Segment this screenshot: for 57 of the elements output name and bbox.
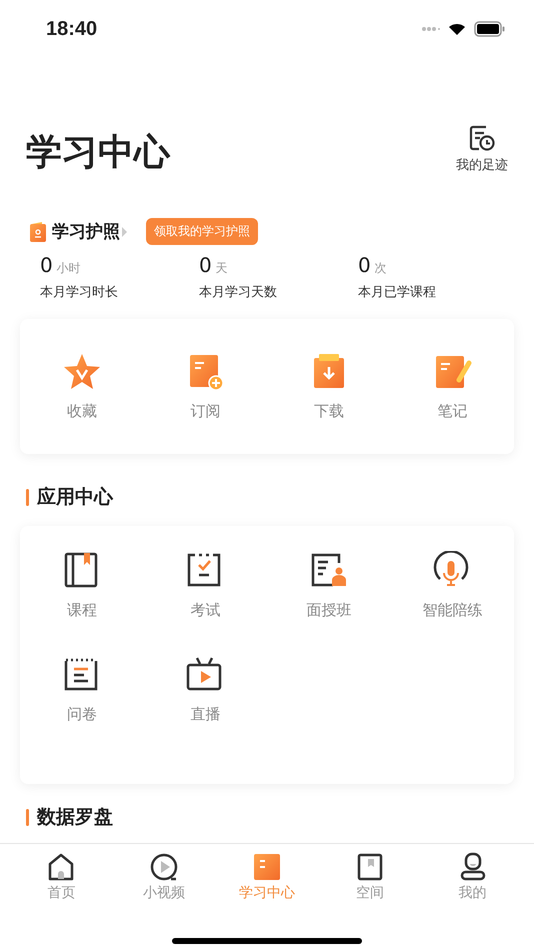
passport-tip[interactable]: 领取我的学习护照: [146, 218, 258, 245]
stat-unit: 天: [216, 260, 228, 277]
section-title: 数据罗盘: [37, 805, 113, 830]
study-book-icon: [252, 852, 282, 882]
grid-item[interactable]: 下载: [267, 352, 390, 421]
status-time: 18:40: [46, 18, 98, 40]
stat-label: 本月学习天数: [199, 284, 278, 301]
page-title: 学习中心: [26, 131, 170, 175]
item-label: 面授班: [306, 601, 352, 620]
grid-item[interactable]: 订阅: [144, 352, 267, 421]
grid-item[interactable]: 收藏: [20, 352, 144, 421]
item-label: 订阅: [190, 402, 220, 421]
item-label: 下载: [314, 402, 344, 421]
accent-bar: [26, 488, 29, 506]
stat-value: 0: [40, 253, 53, 277]
star-icon: [62, 352, 102, 392]
tab-label: 小视频: [143, 884, 186, 902]
stat-label: 本月已学课程: [358, 284, 437, 301]
item-label: 智能陪练: [422, 601, 482, 620]
home-icon: [46, 852, 76, 882]
grid-item[interactable]: 直播: [144, 655, 267, 759]
tab[interactable]: 空间: [324, 852, 415, 902]
tab-label: 首页: [47, 884, 76, 902]
grid-item[interactable]: 课程: [20, 551, 144, 655]
tab[interactable]: 小视频: [119, 852, 210, 902]
play-circle-icon: [149, 852, 180, 882]
grid-item[interactable]: 考试: [144, 551, 267, 655]
tab[interactable]: 学习中心: [222, 852, 312, 902]
footprint-button[interactable]: 我的足迹: [456, 124, 508, 174]
tab[interactable]: 我的: [428, 852, 518, 902]
stat-value: 0: [358, 253, 371, 277]
accent-bar: [26, 808, 29, 826]
passport-icon: [30, 222, 46, 242]
grid-item[interactable]: 笔记: [390, 352, 514, 421]
section-title: 应用中心: [37, 485, 113, 510]
battery-icon: [474, 21, 506, 37]
document-clock-icon: [468, 124, 496, 152]
item-label: 直播: [190, 705, 220, 724]
stat-value: 0: [199, 253, 212, 277]
stat-unit: 小时: [56, 260, 81, 277]
grid-item[interactable]: 面授班: [267, 551, 390, 655]
stat-label: 本月学习时长: [40, 284, 119, 301]
tab-label: 空间: [356, 884, 384, 902]
tab[interactable]: 首页: [16, 852, 106, 902]
item-label: 课程: [66, 601, 97, 620]
item-label: 笔记: [437, 402, 468, 421]
item-label: 问卷: [66, 705, 97, 724]
stat-unit: 次: [374, 260, 387, 277]
wifi-icon: [448, 22, 466, 36]
passport-title: 学习护照: [52, 221, 120, 243]
tab-label: 学习中心: [238, 884, 295, 902]
tab-label: 我的: [458, 884, 487, 902]
grid-item[interactable]: 智能陪练: [390, 551, 514, 655]
grid-item[interactable]: 问卷: [20, 655, 144, 759]
signal-icon: [422, 24, 440, 34]
item-label: 收藏: [66, 402, 97, 421]
item-label: 考试: [190, 601, 220, 620]
